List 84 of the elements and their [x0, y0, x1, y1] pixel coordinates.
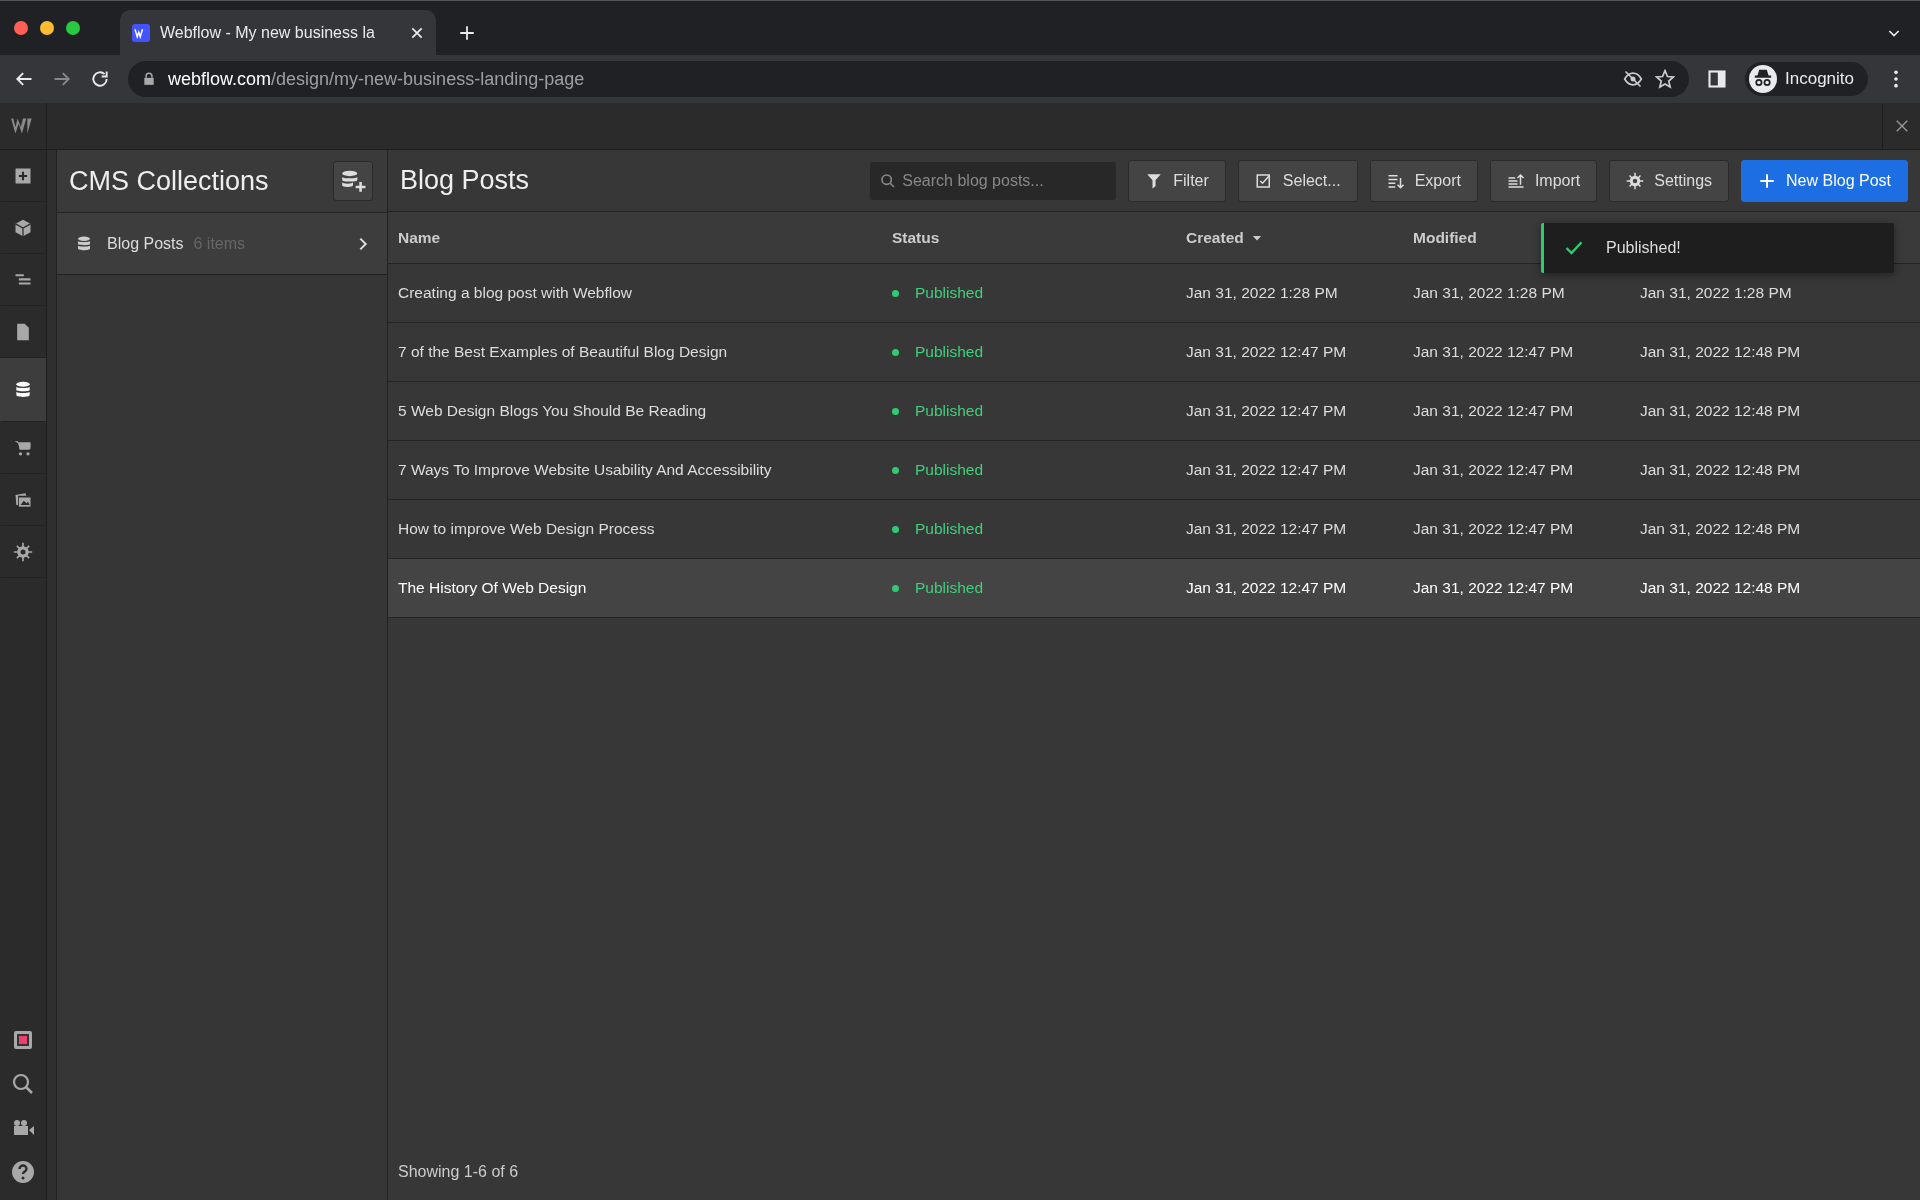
forward-icon[interactable] [52, 69, 72, 89]
table-cell-text: Jan 31, 2022 12:47 PM [1186, 519, 1348, 540]
status-dot [892, 584, 899, 592]
table-cell-text: Jan 31, 2022 12:48 PM [1640, 342, 1802, 363]
database-icon [75, 234, 93, 253]
column-header[interactable]: Created [1186, 225, 1244, 250]
database-plus-icon [340, 168, 366, 194]
toast-notification: Published! [1541, 223, 1894, 273]
filter-button[interactable]: Filter [1128, 159, 1226, 202]
new-tab-icon[interactable] [458, 24, 476, 42]
table-cell-text: Jan 31, 2022 12:47 PM [1186, 578, 1348, 599]
table-cell-text: Jan 31, 2022 12:48 PM [1640, 401, 1802, 422]
status-dot [892, 348, 899, 356]
status-text: Published [915, 578, 984, 599]
table-cell-text: Jan 31, 2022 12:47 PM [1413, 519, 1575, 540]
table-row[interactable]: 5 Web Design Blogs You Should Be Reading Published Jan 31, 2022 12:47 PM Jan 31, 2022 12:47 PM Jan 31, 2022 12:48 PM [388, 382, 1920, 441]
select-button[interactable]: Select... [1237, 159, 1358, 202]
table-row[interactable]: 7 Ways To Improve Website Usability And Accessibility Published Jan 31, 2022 12:47 PM Jan 31, 2022 12:47 PM Jan 31, 2022 12:48 PM [388, 441, 1920, 500]
lock-icon [142, 72, 156, 86]
browser-tab[interactable]: Webflow - My new business la [120, 10, 436, 55]
table-cell-text: Jan 31, 2022 12:47 PM [1413, 460, 1575, 481]
search-icon[interactable] [11, 1072, 35, 1096]
table-cell-text: Jan 31, 2022 12:48 PM [1640, 578, 1802, 599]
help-icon[interactable] [11, 1160, 35, 1184]
column-header[interactable]: Status [892, 225, 940, 250]
table-cell-text: 7 of the Best Examples of Beautiful Blog Design [397, 342, 729, 363]
table-cell-text: Jan 31, 2022 1:28 PM [1640, 283, 1793, 304]
table-cell-text: Jan 31, 2022 12:47 PM [1186, 401, 1348, 422]
collection-title: Blog Posts [400, 164, 531, 198]
star-icon[interactable] [1655, 69, 1675, 89]
table-cell-text: Jan 31, 2022 12:47 PM [1413, 401, 1575, 422]
new-item-button[interactable]: New Blog Post [1741, 159, 1908, 202]
settings-button[interactable]: Settings [1609, 159, 1730, 202]
table-cell-text: Jan 31, 2022 12:47 PM [1413, 342, 1575, 363]
status-text: Published [915, 460, 984, 481]
gear-icon [1626, 171, 1645, 190]
import-icon [1506, 171, 1525, 190]
table-cell-text: How to improve Web Design Process [397, 519, 656, 540]
table-cell-text: Jan 31, 2022 12:48 PM [1640, 519, 1802, 540]
table-cell-text: 7 Ways To Improve Website Usability And Accessibility [397, 460, 773, 481]
export-button[interactable]: Export [1369, 159, 1478, 202]
incognito-icon [1749, 65, 1777, 93]
status-dot [892, 525, 899, 533]
url-text: webflow.com/design/my-new-business-landing-page [168, 67, 585, 91]
record-icon[interactable] [11, 1028, 35, 1052]
close-window-button[interactable] [14, 21, 28, 35]
column-header[interactable]: Name [398, 225, 441, 250]
tab-title: Webflow - My new business la [160, 22, 376, 43]
column-header[interactable]: Modified [1413, 225, 1477, 250]
table-cell-text: Jan 31, 2022 12:47 PM [1186, 342, 1348, 363]
status-dot [892, 289, 899, 297]
close-icon[interactable] [1894, 119, 1909, 133]
reload-icon[interactable] [90, 69, 110, 89]
import-button[interactable]: Import [1489, 159, 1598, 202]
add-collection-button[interactable] [333, 161, 373, 201]
table-cell-text: The History Of Web Design [397, 578, 588, 599]
table-cell-text: Jan 31, 2022 12:47 PM [1186, 460, 1348, 481]
table-row[interactable]: The History Of Web Design Published Jan 31, 2022 12:47 PM Jan 31, 2022 12:47 PM Jan 31, 2022 12:48 PM [388, 559, 1920, 618]
status-text: Published [915, 283, 984, 304]
table-cell-text: Jan 31, 2022 1:28 PM [1413, 283, 1566, 304]
status-text: Published [915, 401, 984, 422]
maximize-window-button[interactable] [66, 21, 80, 35]
eye-slash-icon[interactable] [1623, 69, 1643, 89]
table-cell-text: Creating a blog post with Webflow [397, 283, 634, 304]
status-dot [892, 466, 899, 474]
status-dot [892, 407, 899, 415]
side-panel-icon[interactable] [1707, 69, 1727, 89]
pagination-text: Showing 1-6 of 6 [397, 1162, 520, 1182]
address-bar[interactable]: webflow.com/design/my-new-business-landing-page [128, 61, 1689, 97]
status-text: Published [915, 519, 984, 540]
webflow-favicon-icon [132, 23, 150, 42]
profile-button[interactable]: Incognito [1745, 62, 1868, 96]
panel-title: CMS Collections [69, 164, 269, 198]
table-cell-text: Jan 31, 2022 12:47 PM [1413, 578, 1575, 599]
filter-icon [1145, 171, 1164, 190]
plus-icon [1758, 171, 1777, 190]
table-row[interactable]: 7 of the Best Examples of Beautiful Blog Design Published Jan 31, 2022 12:47 PM Jan 31, 2022 12:47 PM Jan 31, 2022 12:48 PM [388, 323, 1920, 382]
checkbox-icon [1254, 171, 1273, 190]
status-text: Published [915, 342, 984, 363]
table-cell-text: Jan 31, 2022 1:28 PM [1186, 283, 1339, 304]
table-cell-text: 5 Web Design Blogs You Should Be Reading [397, 401, 708, 422]
search-field[interactable]: Search blog posts... [870, 161, 1117, 200]
minimize-window-button[interactable] [40, 21, 54, 35]
table-cell-text: Jan 31, 2022 12:48 PM [1640, 460, 1802, 481]
